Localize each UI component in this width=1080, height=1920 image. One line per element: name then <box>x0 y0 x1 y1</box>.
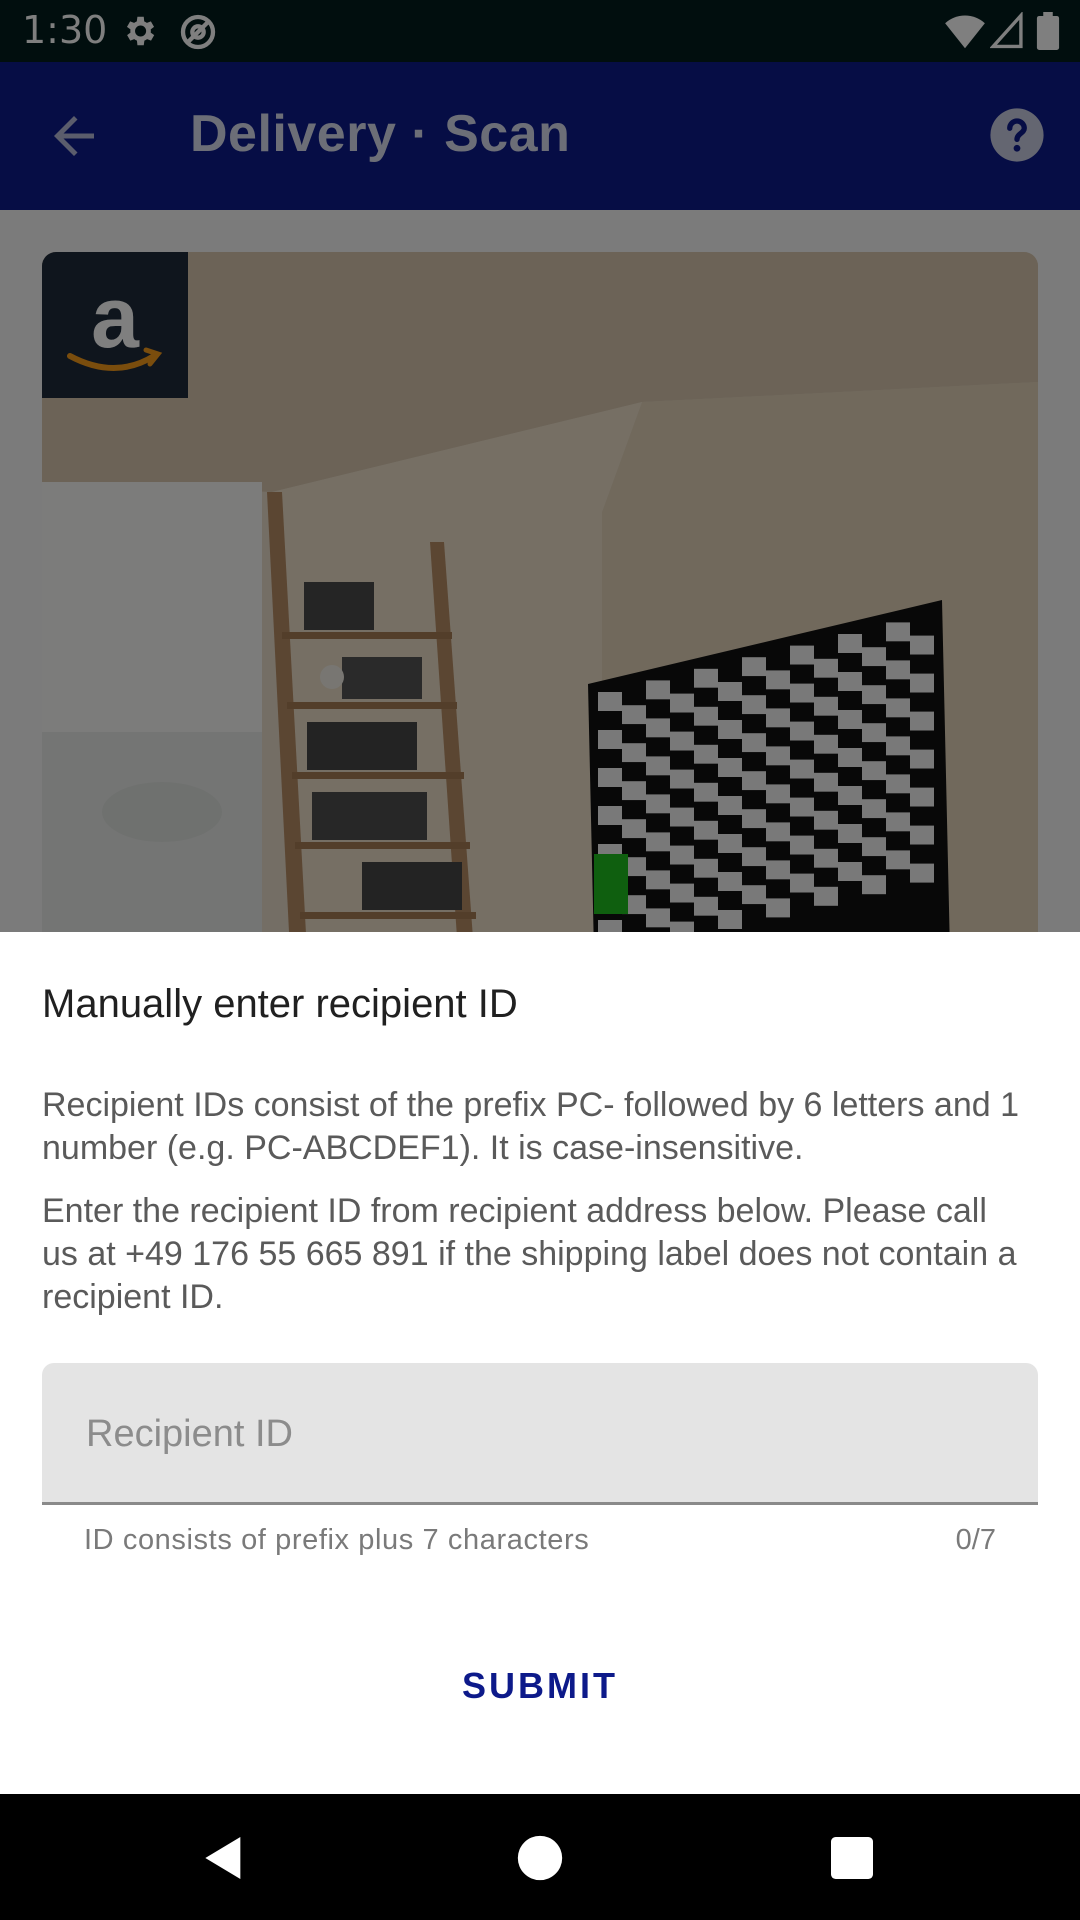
recipient-id-sheet: Manually enter recipient ID Recipient ID… <box>0 932 1080 1794</box>
nav-recents-icon[interactable] <box>824 1830 880 1886</box>
id-format-description: Recipient IDs consist of the prefix PC- … <box>42 1086 1020 1167</box>
character-counter: 0/7 <box>955 1524 996 1556</box>
recipient-id-input[interactable] <box>84 1409 988 1459</box>
dialog-scrim[interactable] <box>0 0 1080 932</box>
nav-home-icon[interactable] <box>512 1830 568 1886</box>
submit-button[interactable]: SUBMIT <box>420 1650 660 1722</box>
system-nav-bar <box>0 1794 1080 1920</box>
input-helper-text: ID consists of prefix plus 7 characters <box>84 1524 590 1556</box>
nav-back-icon[interactable] <box>196 1830 252 1886</box>
id-entry-instruction: Enter the recipient ID from recipient ad… <box>42 1192 1017 1316</box>
sheet-title: Manually enter recipient ID <box>42 982 518 1026</box>
recipient-id-field[interactable] <box>42 1363 1038 1505</box>
